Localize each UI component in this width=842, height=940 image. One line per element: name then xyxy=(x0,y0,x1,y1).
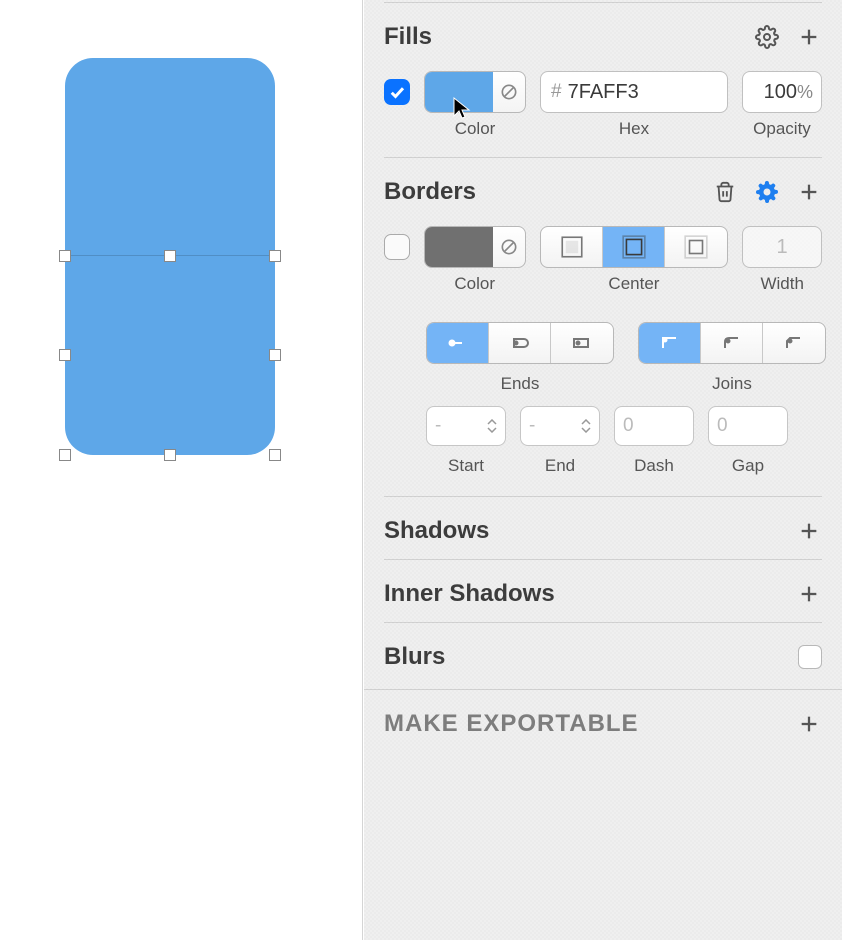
blurs-header: Blurs xyxy=(384,623,822,685)
add-border-button[interactable] xyxy=(796,179,822,205)
hash-symbol: # xyxy=(551,81,562,103)
arrow-start-input[interactable]: - xyxy=(426,406,506,446)
border-type-icon[interactable] xyxy=(493,227,525,267)
fill-enabled-checkbox[interactable] xyxy=(384,79,410,105)
resize-handle-br[interactable] xyxy=(269,449,281,461)
end-butt-button[interactable] xyxy=(427,323,489,363)
resize-handle-lmr[interactable] xyxy=(269,349,281,361)
fill-type-icon[interactable] xyxy=(493,72,525,112)
hex-field[interactable]: # xyxy=(540,71,728,113)
line-joins-segmented xyxy=(638,322,826,364)
gear-icon[interactable] xyxy=(754,179,780,205)
percent-symbol: % xyxy=(797,82,813,103)
dash-input[interactable]: 0 xyxy=(614,406,694,446)
hex-label: Hex xyxy=(540,119,728,139)
border-enabled-checkbox[interactable] xyxy=(384,234,410,260)
add-fill-button[interactable] xyxy=(796,24,822,50)
blurs-checkbox[interactable] xyxy=(798,645,822,669)
join-miter-button[interactable] xyxy=(639,323,701,363)
borders-header: Borders xyxy=(384,158,822,220)
end-label: End xyxy=(545,456,575,476)
fills-title: Fills xyxy=(384,23,432,51)
add-inner-shadow-button[interactable] xyxy=(796,581,822,607)
border-center-button[interactable] xyxy=(603,227,665,267)
inner-shadows-header: Inner Shadows xyxy=(384,560,822,622)
add-export-button[interactable] xyxy=(796,711,822,737)
opacity-field[interactable]: % xyxy=(742,71,822,113)
stepper-icon[interactable] xyxy=(581,419,591,433)
border-inside-button[interactable] xyxy=(541,227,603,267)
trash-icon[interactable] xyxy=(712,179,738,205)
join-bevel-button[interactable] xyxy=(763,323,825,363)
canvas[interactable] xyxy=(0,0,363,940)
fills-header: Fills xyxy=(384,3,822,65)
fill-color-swatch[interactable] xyxy=(424,71,526,113)
blurs-title: Blurs xyxy=(384,643,445,671)
shadows-title: Shadows xyxy=(384,517,489,545)
gap-label: Gap xyxy=(732,456,764,476)
gear-icon[interactable] xyxy=(754,24,780,50)
resize-handle-mc[interactable] xyxy=(164,250,176,262)
join-round-button[interactable] xyxy=(701,323,763,363)
inspector-panel: Fills # xyxy=(363,0,842,940)
resize-handle-bc[interactable] xyxy=(164,449,176,461)
opacity-label: Opacity xyxy=(742,119,822,139)
resize-handle-mr[interactable] xyxy=(269,250,281,262)
border-outside-button[interactable] xyxy=(665,227,727,267)
fill-row: # % xyxy=(384,65,822,119)
border-color-swatch[interactable] xyxy=(424,226,526,268)
end-square-button[interactable] xyxy=(551,323,613,363)
borders-title: Borders xyxy=(384,178,476,206)
fill-color-preview xyxy=(425,72,493,112)
resize-handle-lml[interactable] xyxy=(59,349,71,361)
exportable-title: MAKE EXPORTABLE xyxy=(384,710,639,738)
resize-handle-bl[interactable] xyxy=(59,449,71,461)
opacity-input[interactable] xyxy=(751,81,797,104)
hex-input[interactable] xyxy=(568,81,717,104)
arrow-end-input[interactable]: - xyxy=(520,406,600,446)
border-color-label: Color xyxy=(424,274,525,294)
stepper-icon[interactable] xyxy=(487,419,497,433)
border-width-input[interactable]: 1 xyxy=(742,226,822,268)
add-shadow-button[interactable] xyxy=(796,518,822,544)
gap-input[interactable]: 0 xyxy=(708,406,788,446)
end-round-button[interactable] xyxy=(489,323,551,363)
border-color-preview xyxy=(425,227,493,267)
dash-label: Dash xyxy=(634,456,674,476)
joins-label: Joins xyxy=(712,374,752,394)
border-width-label: Width xyxy=(742,274,822,294)
start-label: Start xyxy=(448,456,484,476)
exportable-header: MAKE EXPORTABLE xyxy=(384,690,822,752)
border-position-segmented xyxy=(540,226,728,268)
shadows-header: Shadows xyxy=(384,497,822,559)
line-ends-segmented xyxy=(426,322,614,364)
ends-label: Ends xyxy=(501,374,540,394)
inner-shadows-title: Inner Shadows xyxy=(384,580,555,608)
border-row: 1 xyxy=(384,220,822,274)
resize-handle-ml[interactable] xyxy=(59,250,71,262)
color-label: Color xyxy=(424,119,526,139)
border-position-label: Center xyxy=(539,274,728,294)
